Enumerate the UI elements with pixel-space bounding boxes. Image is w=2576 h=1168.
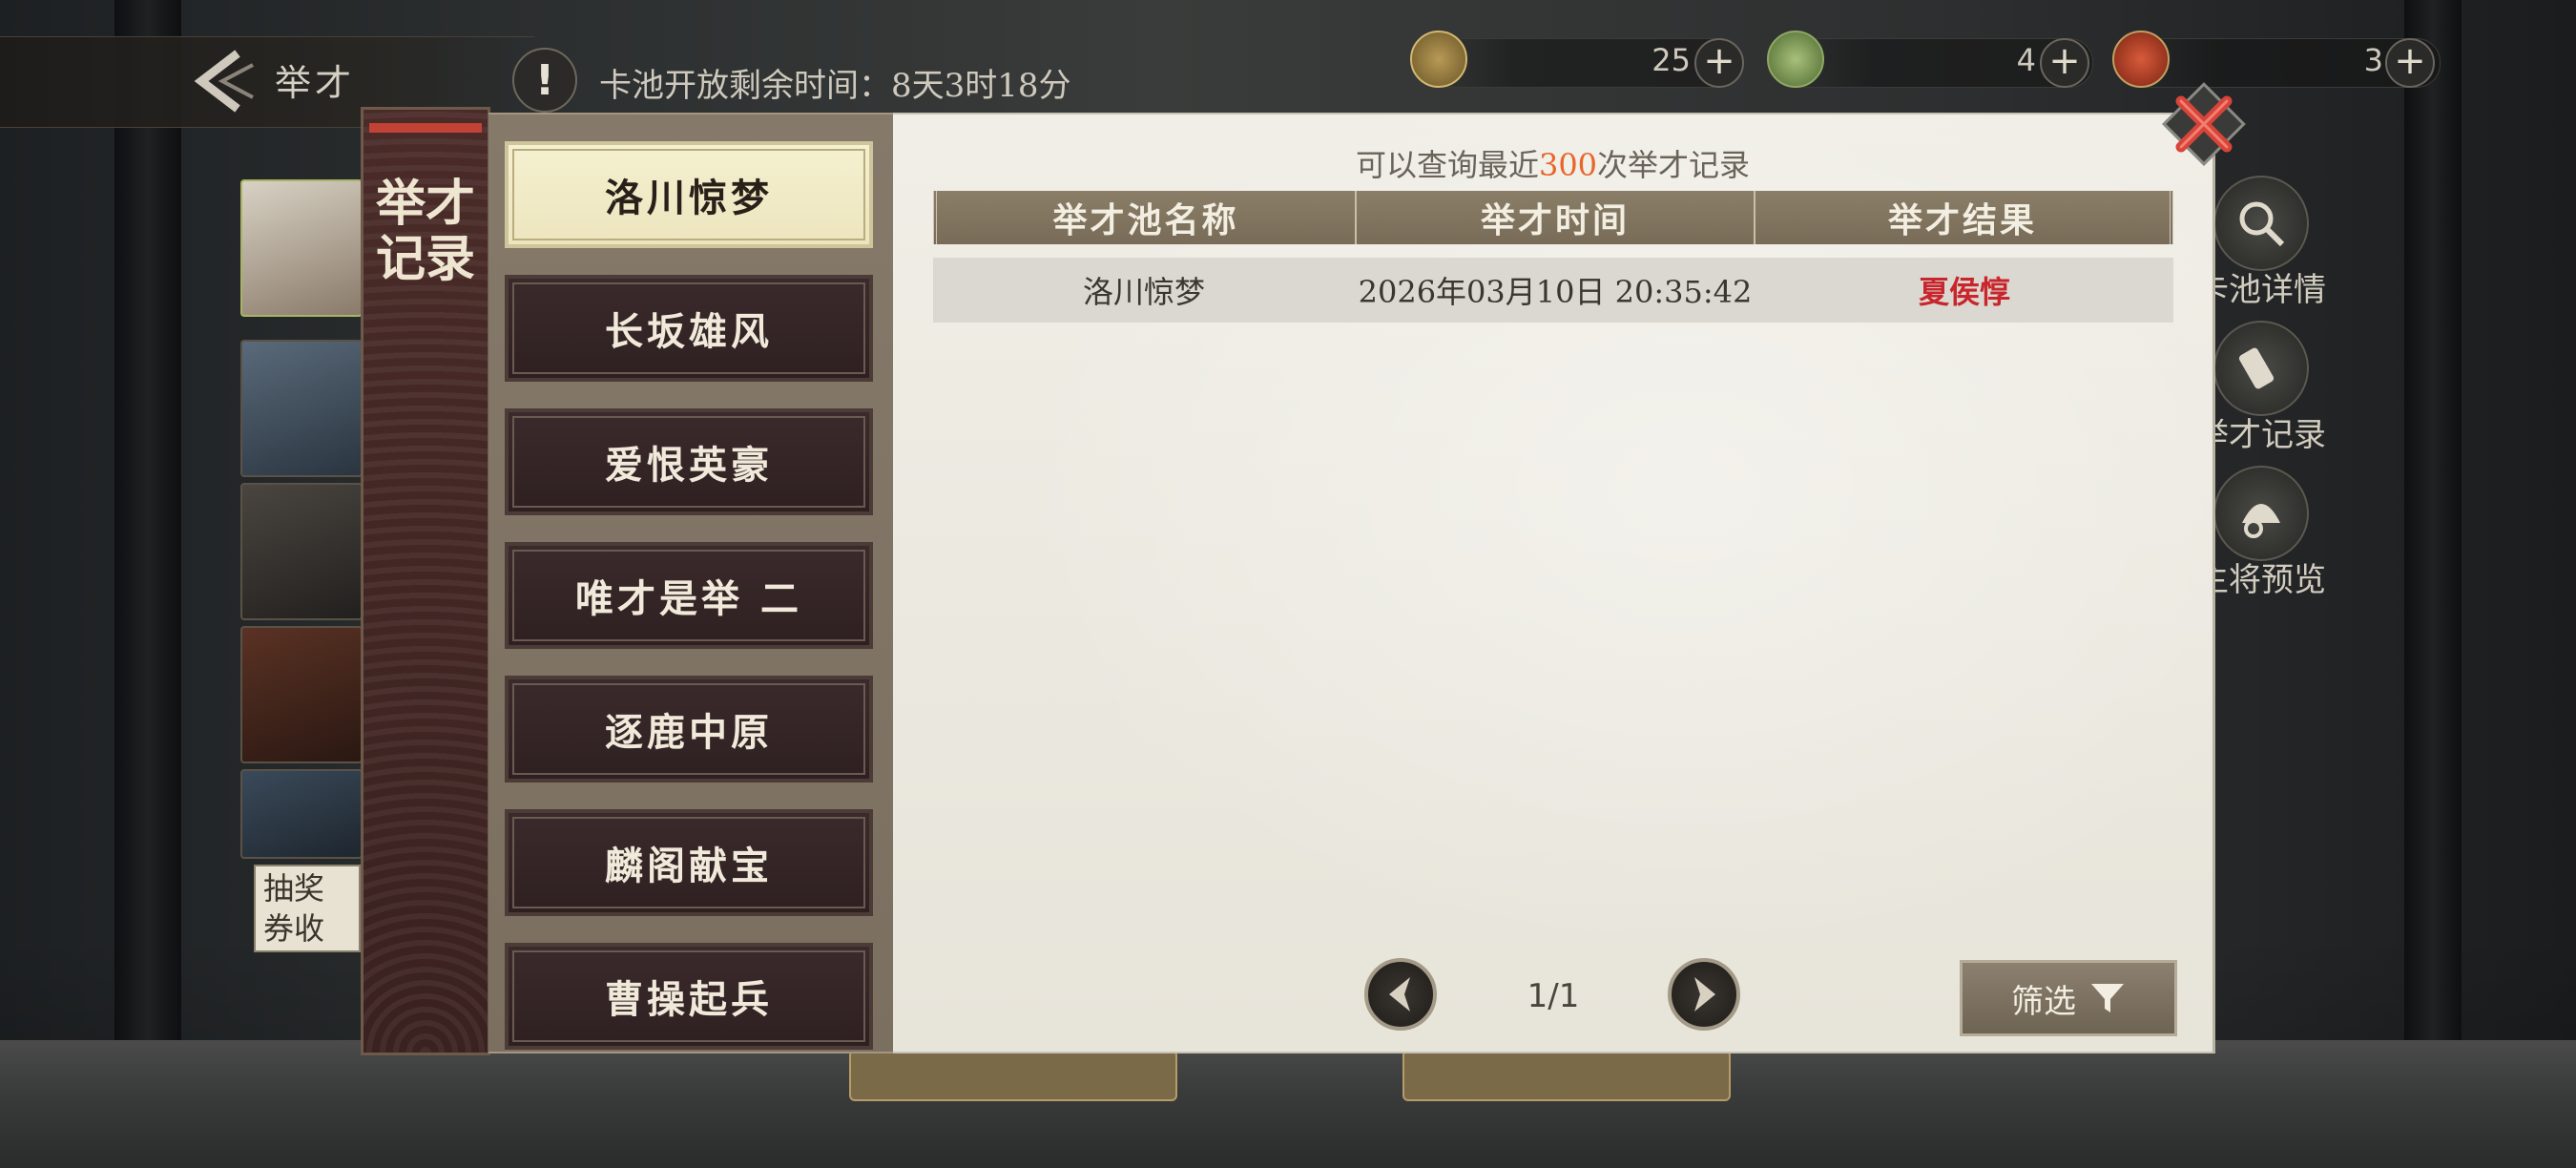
coin-count: 25 [1652,42,1691,78]
cell-result: 夏侯惇 [1918,274,2010,310]
close-button[interactable] [2164,84,2244,164]
funnel-icon [2091,984,2124,1012]
draw-once-button-behind [849,1050,1177,1101]
seal-count: 3 [2363,42,2383,78]
pool-tab-zhulu[interactable]: 逐鹿中原 [505,676,873,782]
hero-thumbnail[interactable] [240,483,363,620]
copper-coin-icon [1410,31,1467,88]
record-title: 举才记录 [375,175,475,288]
add-seal-button[interactable]: + [2385,38,2435,88]
red-seal-icon [2112,31,2170,88]
table-row: 洛川惊梦 2026年03月10日 20:35:42 夏侯惇 [933,258,2173,323]
jade-token-icon [1767,31,1824,88]
pool-tab-linge[interactable]: 麟阁献宝 [505,809,873,916]
scroll-brush-icon [2213,321,2309,416]
pool-tab-aihen[interactable]: 爱恨英豪 [505,408,873,515]
resource-bar-coin [1422,38,1738,88]
cell-time: 2026年03月10日 20:35:42 [1358,274,1753,310]
column-header-pool: 举才池名称 [1052,200,1239,240]
record-limit-count: 300 [1538,147,1598,183]
draw-ten-button-behind [1402,1050,1731,1101]
helmet-icon [2213,466,2309,561]
pool-tab-caocao[interactable]: 曹操起兵 [505,943,873,1050]
back-arrow-icon [194,50,254,113]
pool-tab-weicai[interactable]: 唯才是举 二 [505,542,873,649]
back-button[interactable] [177,44,263,118]
exclamation-icon[interactable]: ! [512,48,577,113]
record-title-tab: 举才记录 [361,107,490,1055]
magnifier-icon [2213,176,2309,271]
next-page-button[interactable] [1668,958,1740,1031]
pool-tab-changban[interactable]: 长坂雄风 [505,275,873,382]
column-header-result: 举才结果 [1754,191,2170,244]
right-pillar [2404,0,2462,1168]
record-panel: 可以查询最近300次举才记录 举才池名称 举才时间 举才结果 洛川惊梦 2026… [893,113,2215,1053]
arrow-left-icon [1389,977,1410,1012]
table-header: 举才池名称 举才时间 举才结果 [933,191,2173,244]
hero-thumbnail[interactable] [240,179,363,317]
filter-button[interactable]: 筛选 [1960,960,2177,1036]
jade-count: 4 [2016,42,2036,78]
column-header-time: 举才时间 [1354,191,1754,244]
hero-thumbnail[interactable] [240,340,363,477]
filter-label: 筛选 [2011,982,2076,1021]
arrow-right-icon [1694,977,1715,1012]
stage-floor [0,1040,2576,1168]
page-indicator: 1/1 [1527,977,1580,1015]
add-coin-button[interactable]: + [1694,38,1744,88]
ticket-collect-label: 抽奖券收集攻 [254,865,361,952]
pool-tab-list: 洛川惊梦 长坂雄风 爱恨英豪 唯才是举 二 逐鹿中原 麟阁献宝 曹操起兵 [488,113,893,1053]
prev-page-button[interactable] [1364,958,1437,1031]
left-pillar [114,0,181,1168]
page-title: 举才 [275,62,356,104]
cell-pool: 洛川惊梦 [1082,274,1205,310]
pool-tab-luochuan[interactable]: 洛川惊梦 [505,141,873,248]
hero-thumbnail[interactable] [240,626,363,763]
pool-timer-text: 卡池开放剩余时间：8天3时18分 [599,67,1071,105]
add-jade-button[interactable]: + [2040,38,2089,88]
hero-thumbnail[interactable] [240,769,363,859]
close-icon [2175,95,2233,153]
record-info-text: 可以查询最近300次举才记录 [1355,147,1751,183]
